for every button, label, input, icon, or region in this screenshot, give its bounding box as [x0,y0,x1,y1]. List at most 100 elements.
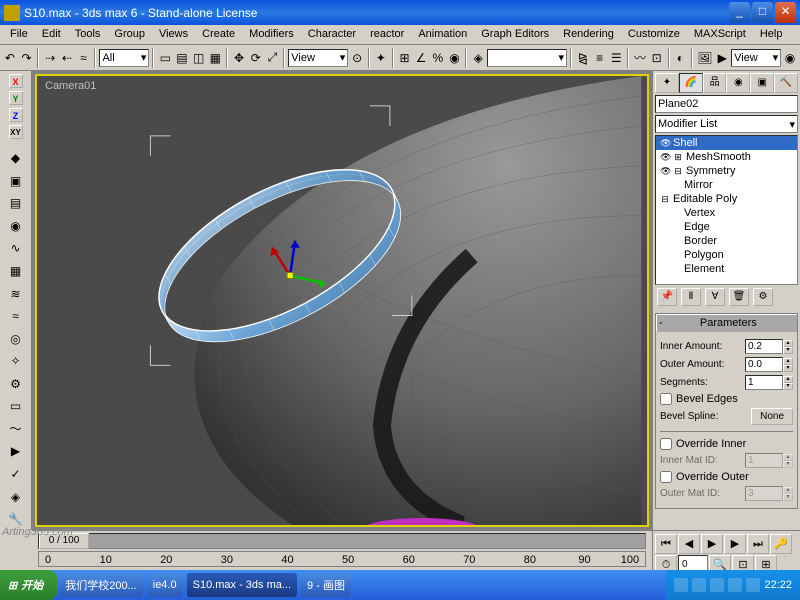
reactor-toy-button[interactable]: ◎ [2,328,30,350]
bevel-edges-checkbox[interactable]: Bevel Edges [660,393,793,405]
render-last-button[interactable]: ◉ [782,47,798,69]
bind-spacewarp-button[interactable]: ≈ [76,47,92,69]
mirror-button[interactable]: ⧎ [575,47,591,69]
subobj-element[interactable]: Element [656,262,797,276]
override-inner-checkbox[interactable]: Override Inner [660,438,793,450]
tab-display[interactable]: ▣ [750,73,774,93]
goto-start-button[interactable]: ⏮ [655,534,677,554]
tab-hierarchy[interactable]: 品 [703,73,727,93]
modifier-editable-poly[interactable]: ⊟ Editable Poly [656,192,797,206]
spin-up[interactable]: ▴ [783,340,793,347]
show-end-result-button[interactable]: Ⅱ [681,288,701,306]
menu-customize[interactable]: Customize [622,27,686,42]
pin-stack-button[interactable]: 📌 [657,288,677,306]
clock[interactable]: 22:22 [764,579,792,591]
spinner-snap-button[interactable]: ◉ [447,47,463,69]
reactor-create-button[interactable]: ◆ [2,147,30,169]
system-tray[interactable]: 22:22 [666,570,800,600]
key-mode-toggle[interactable]: 🔑 [770,534,792,554]
menu-reactor[interactable]: reactor [364,27,410,42]
expand-icon[interactable]: ⊞ [673,152,683,162]
override-outer-checkbox[interactable]: Override Outer [660,471,793,483]
xy-axis-constraint[interactable]: XY [9,125,23,139]
tray-icon[interactable] [692,578,706,592]
select-by-name-button[interactable]: ▤ [174,47,190,69]
subobj-vertex[interactable]: Vertex [656,206,797,220]
tray-icon[interactable] [710,578,724,592]
modifier-list-dropdown[interactable]: Modifier List▾ [655,115,798,133]
eye-icon[interactable]: 👁 [660,152,670,162]
make-unique-button[interactable]: ∀ [705,288,725,306]
angle-snap-button[interactable]: ∠ [413,47,429,69]
viewport[interactable]: Camera01 [35,74,649,527]
undo-button[interactable]: ↶ [2,47,18,69]
menu-group[interactable]: Group [108,27,151,42]
select-scale-button[interactable]: ⤢ [265,47,281,69]
reactor-plane-button[interactable]: ▭ [2,396,30,418]
modifier-shell[interactable]: 👁 Shell [656,136,797,150]
reactor-preview-button[interactable]: ▶ [2,441,30,463]
tab-motion[interactable]: ◉ [726,73,750,93]
select-move-button[interactable]: ✥ [231,47,247,69]
collapse-icon[interactable]: ⊟ [673,166,683,176]
quick-render-button[interactable]: ▶ [714,47,730,69]
reactor-rigid-button[interactable]: ▣ [2,170,30,192]
link-button[interactable]: ⇢ [42,47,58,69]
reactor-soft-button[interactable]: ◉ [2,215,30,237]
render-type-dropdown[interactable]: View▾ [731,49,781,67]
use-pivot-button[interactable]: ⊙ [349,47,365,69]
curve-editor-button[interactable]: 〰 [632,47,648,69]
time-ruler[interactable]: 0 10 20 30 40 50 60 70 80 90 100 [38,551,646,567]
prev-frame-button[interactable]: ◀ [678,534,700,554]
named-selection-dropdown[interactable]: ▾ [487,49,567,67]
modifier-meshsmooth[interactable]: 👁 ⊞ MeshSmooth [656,150,797,164]
time-slider-thumb[interactable]: 0 / 100 [39,533,89,549]
reactor-rope-button[interactable]: ∿ [2,238,30,260]
select-object-button[interactable]: ▭ [157,47,173,69]
menu-help[interactable]: Help [754,27,789,42]
menu-create[interactable]: Create [196,27,241,42]
window-crossing-button[interactable]: ▦ [208,47,224,69]
reactor-motor-button[interactable]: ⚙ [2,373,30,395]
menu-edit[interactable]: Edit [36,27,67,42]
redo-button[interactable]: ↷ [19,47,35,69]
bevel-spline-pick-button[interactable]: None [751,408,793,425]
inner-amount-spinner[interactable]: ▴▾ [745,339,793,354]
named-selection-button[interactable]: ◈ [470,47,486,69]
reactor-cloth-button[interactable]: ▤ [2,192,30,214]
play-button[interactable]: ▶ [701,534,723,554]
reactor-analyze-button[interactable]: ✓ [2,463,30,485]
reactor-water-button[interactable]: ≋ [2,283,30,305]
collapse-icon[interactable]: ⊟ [660,194,670,204]
modifier-symmetry-mirror[interactable]: Mirror [656,178,797,192]
outer-amount-spinner[interactable]: ▴▾ [745,357,793,372]
minimize-button[interactable]: _ [729,2,750,23]
eye-icon[interactable]: 👁 [660,166,670,176]
time-slider-track[interactable]: 0 / 100 [38,533,646,549]
z-axis-constraint[interactable]: Z [9,108,23,122]
reactor-spring-button[interactable]: 〜 [2,418,30,440]
object-name-field[interactable] [655,95,798,113]
unlink-button[interactable]: ⇠ [59,47,75,69]
menu-tools[interactable]: Tools [69,27,107,42]
align-button[interactable]: ≡ [592,47,608,69]
tab-utilities[interactable]: 🔨 [774,73,798,93]
layers-button[interactable]: ☰ [608,47,624,69]
menu-file[interactable]: File [4,27,34,42]
tray-icon[interactable] [674,578,688,592]
taskbar-item-2[interactable]: ie4.0 [147,573,183,597]
percent-snap-button[interactable]: % [430,47,446,69]
taskbar-item-4[interactable]: 9 - 画图 [301,573,351,597]
menu-graph-editors[interactable]: Graph Editors [475,27,555,42]
tab-modify[interactable]: 🌈 [679,73,703,93]
spin-down[interactable]: ▾ [783,347,793,354]
menu-modifiers[interactable]: Modifiers [243,27,300,42]
schematic-view-button[interactable]: ⊡ [649,47,665,69]
segments-spinner[interactable]: ▴▾ [745,375,793,390]
configure-sets-button[interactable]: ⚙ [753,288,773,306]
parameters-header[interactable]: -Parameters [656,314,797,332]
start-button[interactable]: ⊞ 开始 [0,570,57,600]
tray-icon[interactable] [746,578,760,592]
taskbar-item-1[interactable]: 我们学校200... [59,573,143,597]
snap-toggle-button[interactable]: ⊞ [397,47,413,69]
